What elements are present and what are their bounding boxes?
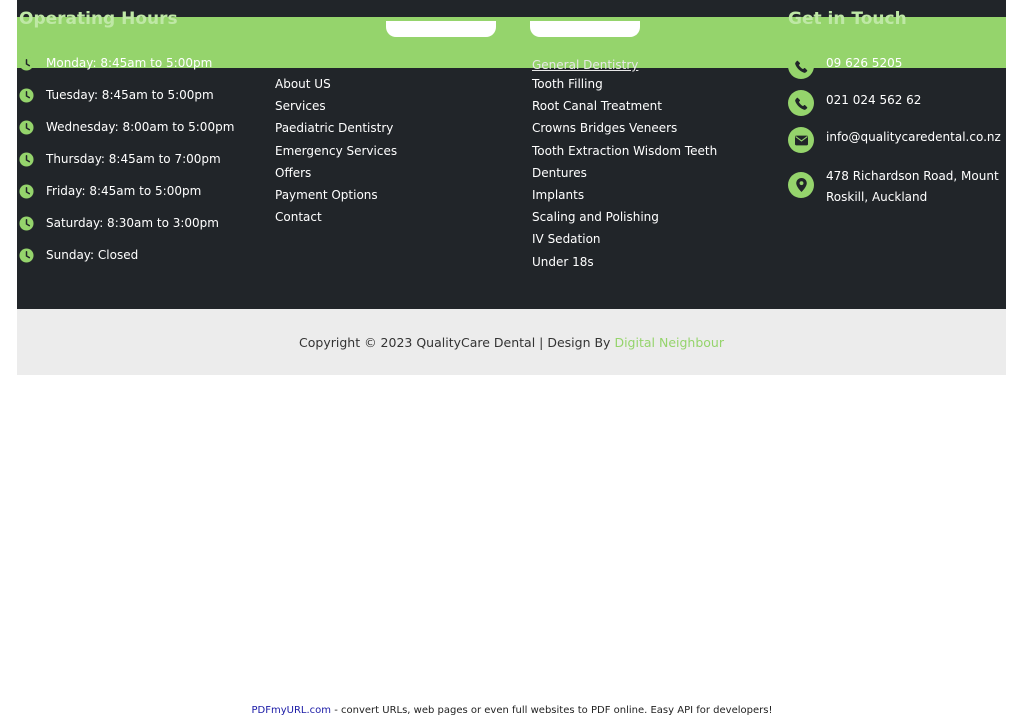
designer-link[interactable]: Digital Neighbour	[614, 335, 724, 350]
clock-icon	[19, 56, 34, 71]
clock-icon	[19, 248, 34, 263]
phone-number-2: 021 024 562 62	[826, 93, 922, 107]
hours-text: Sunday: Closed	[46, 248, 139, 262]
footer-link-root-canal[interactable]: Root Canal Treatment	[532, 99, 662, 113]
operating-hours-list: Monday: 8:45am to 5:00pm Tuesday: 8:45am…	[19, 56, 234, 280]
footer-link-general-dentistry[interactable]: General Dentistry	[532, 58, 638, 72]
contact-phone-2[interactable]: 021 024 562 62	[788, 90, 921, 116]
hours-text: Thursday: 8:45am to 7:00pm	[46, 152, 221, 166]
hours-item-tuesday: Tuesday: 8:45am to 5:00pm	[19, 88, 234, 120]
footer-link-extraction[interactable]: Tooth Extraction Wisdom Teeth	[532, 144, 717, 158]
copyright-bar: Copyright © 2023 QualityCare Dental | De…	[17, 309, 1006, 375]
get-in-touch-title: Get in Touch	[788, 9, 907, 29]
band-pill-left	[386, 21, 496, 37]
site-footer: Operating Hours Get in Touch Monday: 8:4…	[17, 0, 1006, 309]
quick-links-list: About US Services Paediatric Dentistry E…	[275, 77, 397, 232]
services-links-list: Tooth Filling Root Canal Treatment Crown…	[532, 77, 717, 277]
footer-link-iv-sedation[interactable]: IV Sedation	[532, 232, 601, 246]
hours-text: Friday: 8:45am to 5:00pm	[46, 184, 202, 198]
footer-link-services[interactable]: Services	[275, 99, 326, 113]
hours-item-thursday: Thursday: 8:45am to 7:00pm	[19, 152, 234, 184]
hours-item-sunday: Sunday: Closed	[19, 248, 234, 280]
phone-number-1: 09 626 5205	[826, 56, 903, 70]
footer-link-payment[interactable]: Payment Options	[275, 188, 378, 202]
hours-text: Wednesday: 8:00am to 5:00pm	[46, 120, 235, 134]
hours-text: Tuesday: 8:45am to 5:00pm	[46, 88, 214, 102]
footer-link-crowns[interactable]: Crowns Bridges Veneers	[532, 121, 677, 135]
clock-icon	[19, 216, 34, 231]
contact-phone-1[interactable]: 09 626 5205	[788, 53, 902, 79]
footer-link-offers[interactable]: Offers	[275, 166, 311, 180]
clock-icon	[19, 184, 34, 199]
footer-link-paediatric[interactable]: Paediatric Dentistry	[275, 121, 393, 135]
contact-address: 478 Richardson Road, Mount Roskill, Auck…	[788, 169, 1006, 208]
clock-icon	[19, 88, 34, 103]
email-address: info@qualitycaredental.co.nz	[826, 130, 1001, 144]
envelope-icon	[788, 127, 814, 153]
pdfmyurl-link[interactable]: PDFmyURL.com	[252, 705, 332, 716]
footer-link-implants[interactable]: Implants	[532, 188, 584, 202]
hours-item-monday: Monday: 8:45am to 5:00pm	[19, 56, 234, 88]
phone-icon	[788, 53, 814, 79]
operating-hours-title: Operating Hours	[19, 9, 178, 29]
pdf-watermark: PDFmyURL.com - convert URLs, web pages o…	[0, 705, 1024, 716]
street-address: 478 Richardson Road, Mount Roskill, Auck…	[826, 169, 999, 204]
footer-link-contact[interactable]: Contact	[275, 210, 322, 224]
clock-icon	[19, 152, 34, 167]
hours-text: Monday: 8:45am to 5:00pm	[46, 56, 213, 70]
hours-item-saturday: Saturday: 8:30am to 3:00pm	[19, 216, 234, 248]
band-pill-right	[530, 21, 640, 37]
hours-item-friday: Friday: 8:45am to 5:00pm	[19, 184, 234, 216]
map-pin-icon	[788, 172, 814, 198]
clock-icon	[19, 120, 34, 135]
footer-link-scaling[interactable]: Scaling and Polishing	[532, 210, 659, 224]
pdf-note-text: - convert URLs, web pages or even full w…	[331, 705, 773, 716]
footer-link-about[interactable]: About US	[275, 77, 331, 91]
footer-link-tooth-filling[interactable]: Tooth Filling	[532, 77, 603, 91]
contact-email[interactable]: info@qualitycaredental.co.nz	[788, 127, 1001, 153]
footer-link-dentures[interactable]: Dentures	[532, 166, 587, 180]
hours-item-wednesday: Wednesday: 8:00am to 5:00pm	[19, 120, 234, 152]
footer-link-under-18s[interactable]: Under 18s	[532, 255, 594, 269]
copyright-text: Copyright © 2023 QualityCare Dental | De…	[299, 334, 611, 350]
phone-icon	[788, 90, 814, 116]
footer-link-emergency[interactable]: Emergency Services	[275, 144, 397, 158]
hours-text: Saturday: 8:30am to 3:00pm	[46, 216, 219, 230]
